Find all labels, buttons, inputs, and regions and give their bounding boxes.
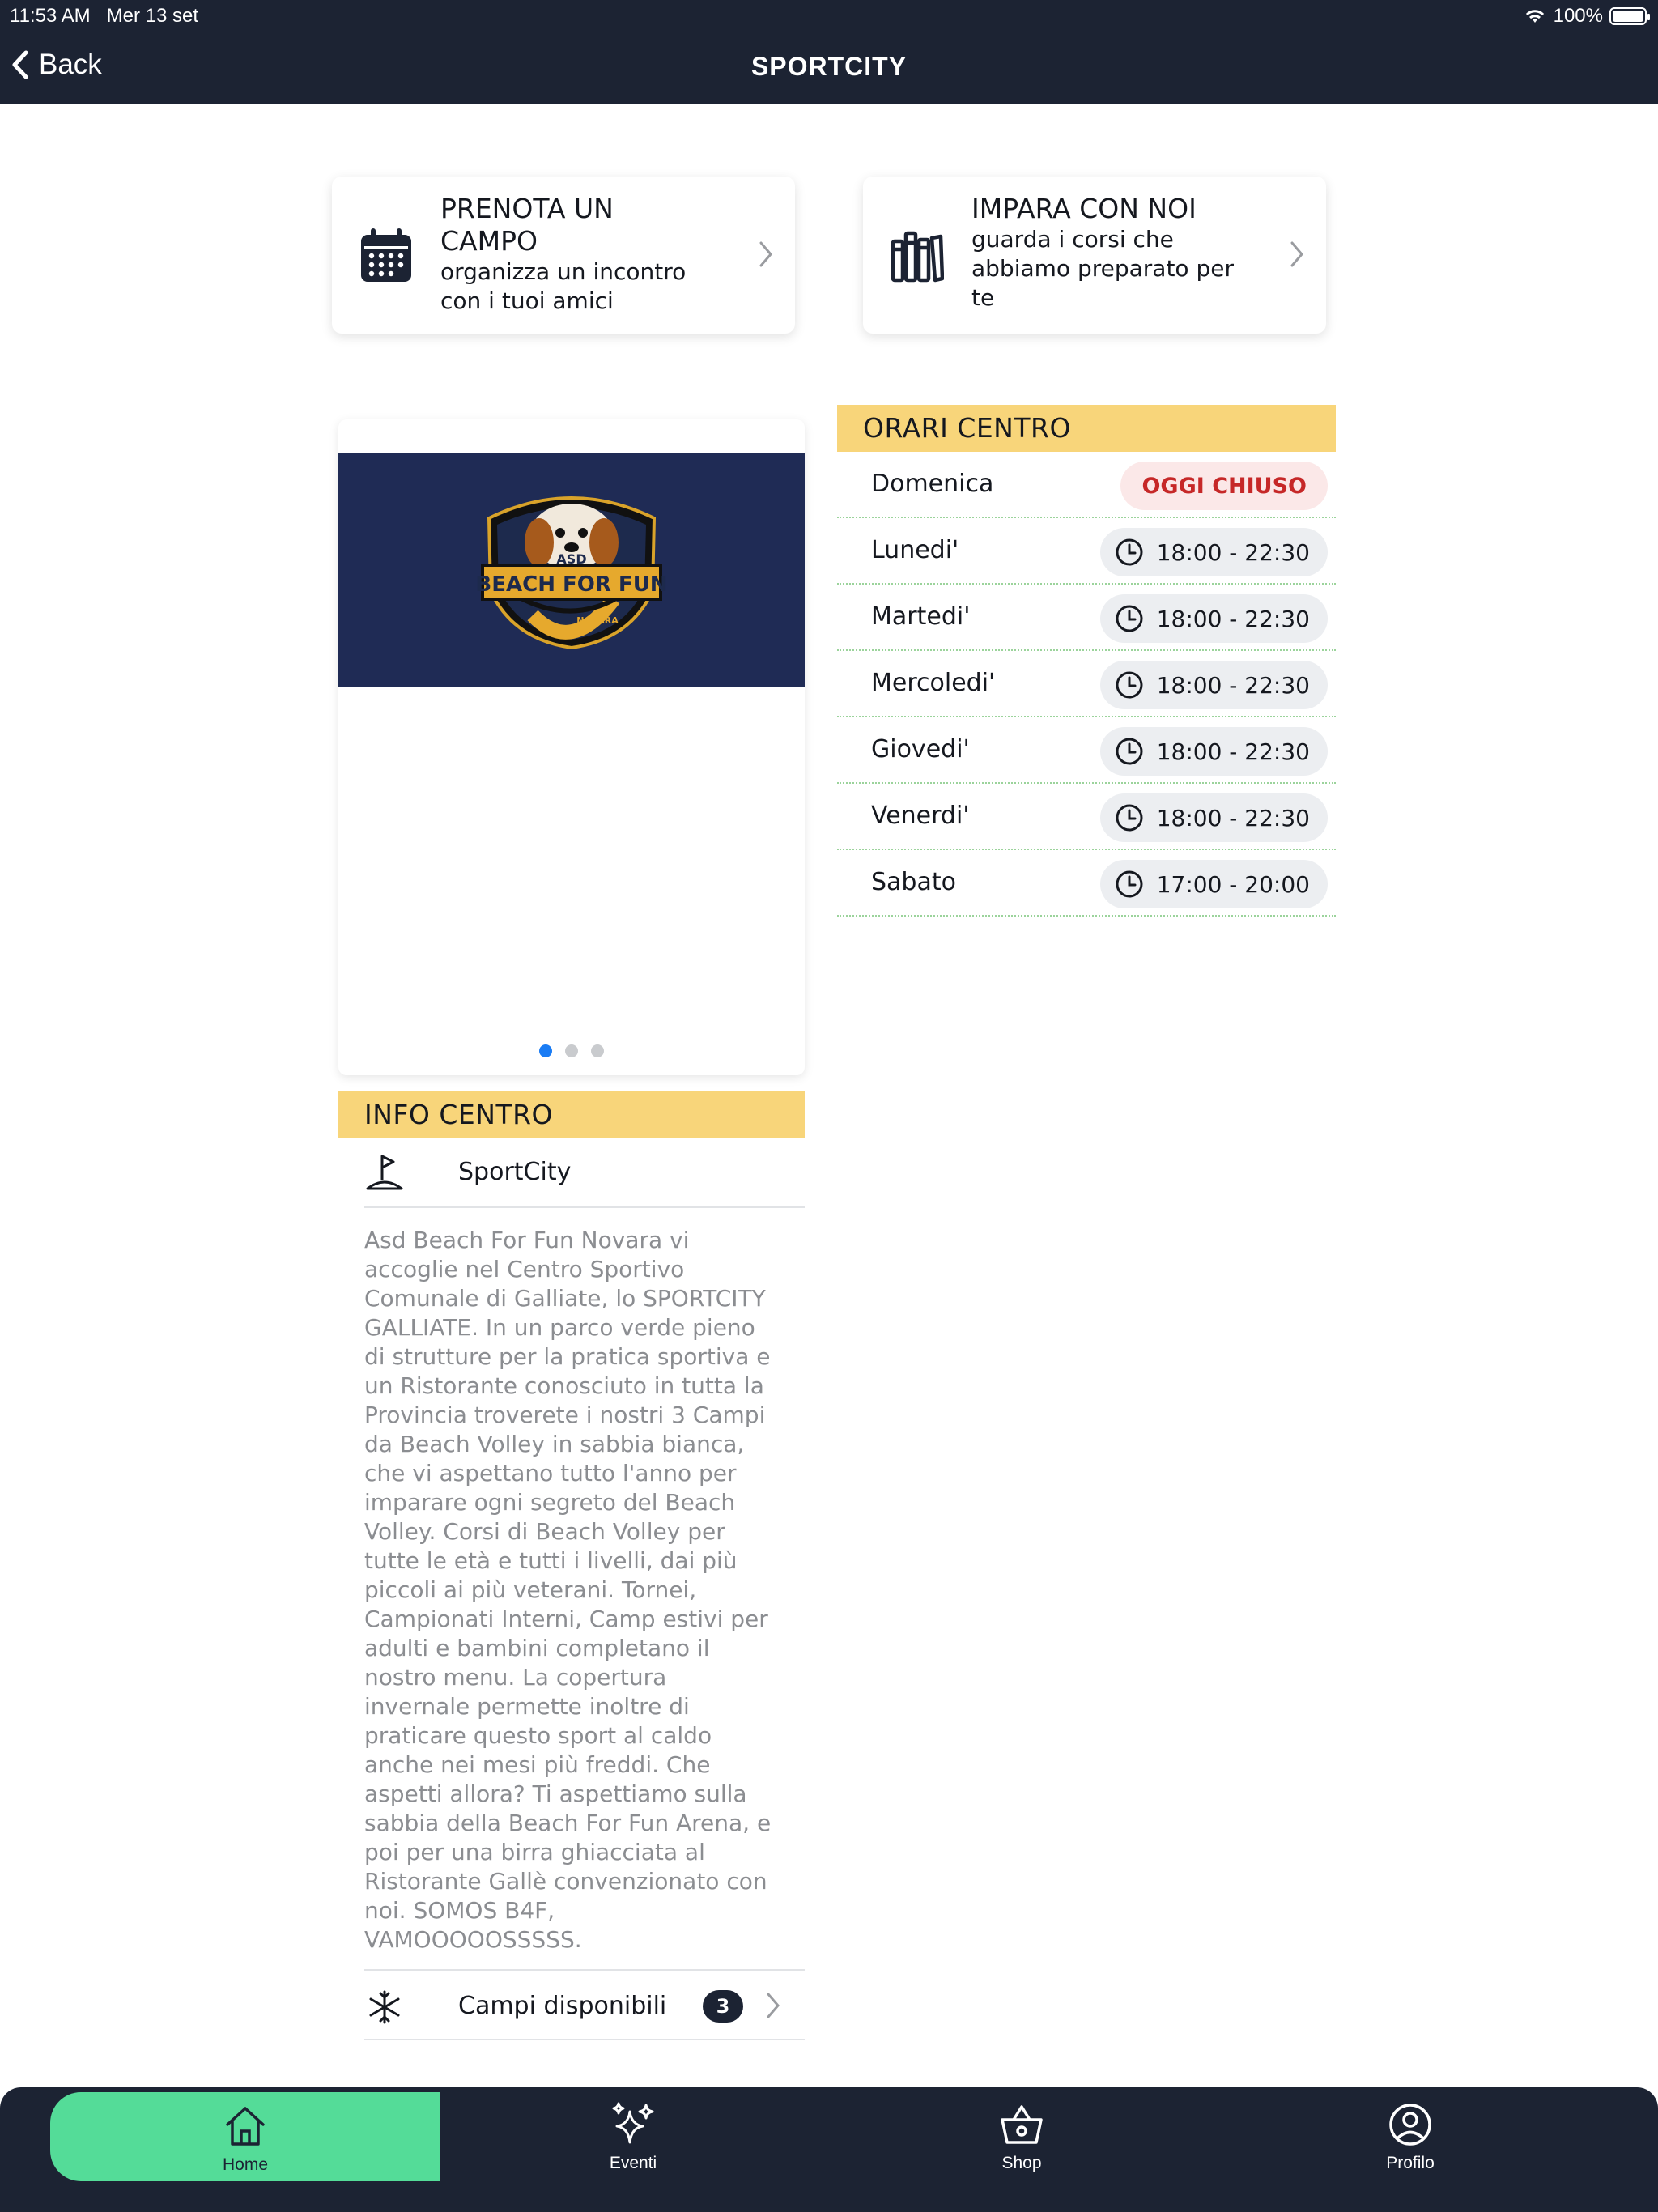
profile-icon — [1389, 2104, 1431, 2146]
golf-flag-icon — [366, 1155, 403, 1190]
page-dot[interactable] — [565, 1044, 578, 1057]
hours-text: 18:00 - 22:30 — [1156, 538, 1310, 566]
tab-eventi-label: Eventi — [609, 2154, 657, 2172]
hours-row-thursday: Giovedi' 18:00 - 22:30 — [837, 717, 1336, 784]
opening-hours-heading: ORARI CENTRO — [837, 405, 1336, 452]
battery-percent: 100% — [1553, 5, 1603, 27]
page-dot[interactable] — [591, 1044, 604, 1057]
hours-row-friday: Venerdi' 18:00 - 22:30 — [837, 784, 1336, 850]
center-name: SportCity — [458, 1158, 572, 1186]
day-label: Domenica — [871, 470, 994, 498]
closed-badge: OGGI CHIUSO — [1120, 462, 1328, 510]
books-icon — [891, 231, 944, 283]
hours-pill: 18:00 - 22:30 — [1099, 528, 1328, 576]
club-logo: ASD BEACH FOR FUN NOVARA — [475, 496, 668, 650]
image-carousel[interactable]: ASD BEACH FOR FUN NOVARA — [338, 419, 805, 1075]
hours-text: 18:00 - 22:30 — [1156, 738, 1310, 765]
status-right: 100% — [1523, 5, 1650, 28]
hours-text: 18:00 - 22:30 — [1156, 804, 1310, 832]
logo-text: BEACH FOR FUN — [475, 572, 667, 597]
tab-shop-label: Shop — [1001, 2154, 1042, 2172]
opening-hours: ORARI CENTRO Domenica OGGI CHIUSO Lunedi… — [837, 405, 1336, 917]
center-description: Asd Beach For Fun Novara vi accoglie nel… — [364, 1227, 772, 1953]
center-info-heading: INFO CENTRO — [338, 1091, 805, 1138]
page-dot[interactable] — [539, 1044, 552, 1057]
clock-icon — [1116, 538, 1143, 566]
hours-row-tuesday: Martedi' 18:00 - 22:30 — [837, 585, 1336, 651]
hours-row-wednesday: Mercoledi' 18:00 - 22:30 — [837, 651, 1336, 717]
clock-icon — [1116, 605, 1143, 632]
hours-text: 18:00 - 22:30 — [1156, 605, 1310, 632]
hours-row-monday: Lunedi' 18:00 - 22:30 — [837, 518, 1336, 585]
tab-profilo-label: Profilo — [1386, 2154, 1435, 2172]
day-label: Martedi' — [871, 602, 971, 631]
learn-with-us-subtitle: guarda i corsi che abbiamo preparato per… — [971, 226, 1234, 311]
book-court-subtitle: organizza un incontro con i tuoi amici — [440, 258, 687, 314]
day-label: Mercoledi' — [871, 669, 996, 697]
tab-shop[interactable]: Shop — [827, 2087, 1216, 2176]
home-icon — [226, 2107, 265, 2146]
chevron-right-icon — [767, 1993, 780, 2018]
tab-bar: Home Eventi Shop Profilo — [0, 2087, 1658, 2212]
learn-with-us-title: IMPARA CON NOI guarda i corsi che abbiam… — [971, 193, 1263, 313]
hours-pill: 18:00 - 22:30 — [1099, 661, 1328, 709]
hours-pill: 18:00 - 22:30 — [1099, 793, 1328, 842]
tab-profilo[interactable]: Profilo — [1216, 2087, 1605, 2176]
page-title: SPORTCITY — [750, 52, 908, 81]
asterisk-icon — [369, 1990, 400, 2024]
wifi-icon — [1525, 10, 1544, 23]
status-time: 11:53 AM Mer 13 set — [10, 5, 198, 28]
carousel-banner: ASD BEACH FOR FUN NOVARA — [338, 453, 805, 687]
hours-pill: 18:00 - 22:30 — [1099, 727, 1328, 776]
hours-row-saturday: Sabato 17:00 - 20:00 — [837, 850, 1336, 917]
tab-home[interactable]: Home — [50, 2092, 440, 2181]
learn-with-us-heading: IMPARA CON NOI — [971, 193, 1197, 224]
day-label: Sabato — [871, 868, 956, 896]
status-date: Mer 13 set — [106, 5, 199, 27]
day-label: Venerdi' — [871, 802, 970, 830]
hours-pill: 17:00 - 20:00 — [1099, 860, 1328, 908]
status-bar: 11:53 AM Mer 13 set 100% — [0, 0, 1658, 32]
logo-top-text: ASD — [556, 551, 586, 567]
top-bar: 11:53 AM Mer 13 set 100% Back SPORTCITY — [0, 0, 1658, 104]
clock-icon — [1116, 738, 1143, 765]
tab-home-label: Home — [222, 2155, 269, 2174]
clock-icon — [1116, 804, 1143, 832]
day-label: Giovedi' — [871, 735, 970, 764]
clock-icon — [1116, 870, 1143, 898]
hours-text: 17:00 - 20:00 — [1156, 870, 1310, 898]
center-name-row: SportCity — [364, 1138, 805, 1208]
navigation-bar: Back SPORTCITY — [0, 32, 1658, 104]
logo-bottom-text: NOVARA — [576, 615, 619, 626]
chevron-right-icon — [759, 241, 772, 267]
battery-icon — [1609, 7, 1650, 25]
chevron-right-icon — [1290, 241, 1303, 267]
book-court-title: PRENOTA UN CAMPO organizza un incontro c… — [440, 193, 708, 316]
hours-row-sunday: Domenica OGGI CHIUSO — [837, 452, 1336, 518]
tab-eventi[interactable]: Eventi — [439, 2087, 827, 2176]
center-info: INFO CENTRO SportCity Asd Beach For Fun … — [338, 1091, 805, 2040]
book-court-heading: PRENOTA UN CAMPO — [440, 193, 614, 257]
available-courts-label: Campi disponibili — [458, 1992, 667, 2020]
hours-pill: 18:00 - 22:30 — [1099, 594, 1328, 643]
status-clock: 11:53 AM — [10, 5, 91, 27]
courts-count-badge: 3 — [703, 1990, 743, 2023]
carousel-page-indicator[interactable] — [338, 1044, 805, 1057]
hours-text: 18:00 - 22:30 — [1156, 671, 1310, 699]
basket-icon — [1001, 2105, 1043, 2144]
available-courts-row[interactable]: Campi disponibili 3 — [364, 1969, 805, 2040]
book-court-card[interactable]: PRENOTA UN CAMPO organizza un incontro c… — [332, 177, 795, 334]
sparkles-icon — [612, 2102, 654, 2144]
clock-icon — [1116, 671, 1143, 699]
day-label: Lunedi' — [871, 536, 959, 564]
calendar-icon — [361, 228, 411, 282]
learn-with-us-card[interactable]: IMPARA CON NOI guarda i corsi che abbiam… — [863, 177, 1326, 334]
